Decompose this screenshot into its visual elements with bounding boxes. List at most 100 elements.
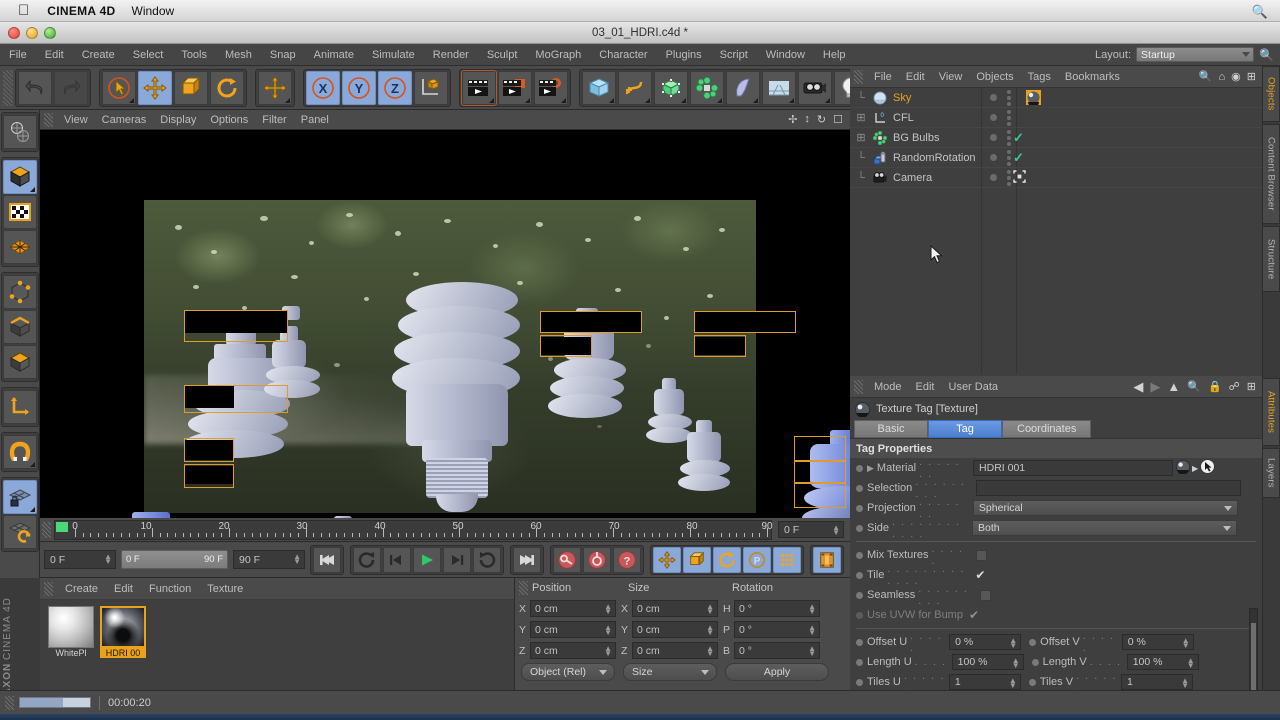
timeline-track[interactable]: 0 10 20 30 40 50 60 70 80 90: [54, 520, 773, 540]
rotate-tool[interactable]: [210, 70, 244, 105]
move-tool[interactable]: [138, 70, 172, 105]
animate-dot-icon[interactable]: [856, 638, 863, 646]
coordinates-grip[interactable]: [519, 581, 528, 595]
add-hair-object-button[interactable]: [726, 70, 760, 105]
stepper-icon[interactable]: ▲ ▼: [604, 624, 612, 637]
stepper-icon[interactable]: ▲ ▼: [832, 524, 840, 537]
lock-x-axis-button[interactable]: X: [306, 70, 340, 105]
size-y-field[interactable]: 0 cm ▲ ▼: [632, 621, 718, 638]
stepper-icon[interactable]: ▲ ▼: [1012, 657, 1020, 670]
lock-y-axis-button[interactable]: Y: [342, 70, 376, 105]
menu-simulate[interactable]: Simulate: [363, 44, 424, 66]
world-coordinate-system-button[interactable]: [414, 70, 448, 105]
add-cube-button[interactable]: [582, 70, 616, 105]
animate-dot-icon[interactable]: [1031, 658, 1039, 666]
material-swatch[interactable]: [100, 606, 146, 648]
material-item-whiteplastic[interactable]: WhitePl: [48, 606, 94, 690]
minimize-button[interactable]: [26, 27, 38, 39]
add-deformer-button[interactable]: [690, 70, 724, 105]
record-scale-button[interactable]: [683, 546, 712, 573]
length-u-field[interactable]: 100 % ▲ ▼: [951, 654, 1024, 670]
viewport-menu-cameras[interactable]: Cameras: [95, 114, 154, 126]
material-next-arrow-icon[interactable]: ▶: [1192, 464, 1198, 473]
play-button[interactable]: [413, 546, 442, 573]
object-tree[interactable]: └ Sky ⊞ 0 CFL ⊞ BG Bulbs ✓ └ RandomRotat…: [850, 88, 1262, 374]
attribute-manager-grip[interactable]: [854, 379, 863, 394]
am-menu-edit[interactable]: Edit: [909, 381, 942, 393]
stepper-icon[interactable]: ▲ ▼: [1009, 677, 1017, 690]
menu-mesh[interactable]: Mesh: [216, 44, 261, 66]
stepper-icon[interactable]: ▲ ▼: [808, 603, 816, 616]
texture-mode-button[interactable]: [2, 195, 37, 229]
step-forward-button[interactable]: [443, 546, 472, 573]
forward-arrow-icon[interactable]: ▶: [1150, 379, 1160, 395]
stepper-icon[interactable]: ▲ ▼: [1182, 637, 1190, 650]
start-frame-field[interactable]: 0 F ▲ ▼: [44, 550, 116, 569]
dolly-view-icon[interactable]: ↕: [804, 113, 810, 126]
am-menu-mode[interactable]: Mode: [867, 381, 909, 393]
current-time-marker[interactable]: [56, 522, 68, 532]
lock-workplane-button[interactable]: [2, 480, 37, 514]
menu-plugins[interactable]: Plugins: [657, 44, 711, 66]
new-window-icon[interactable]: ⊞: [1247, 70, 1256, 83]
stepper-icon[interactable]: ▲ ▼: [1181, 677, 1189, 690]
tab-objects[interactable]: Objects: [1262, 66, 1280, 122]
viewport-menu-options[interactable]: Options: [203, 114, 255, 126]
timeline-grip[interactable]: [42, 522, 51, 538]
new-window-icon[interactable]: ⊞: [1247, 380, 1256, 393]
om-menu-file[interactable]: File: [867, 71, 899, 83]
om-menu-tags[interactable]: Tags: [1021, 71, 1058, 83]
camera-target-tag-icon[interactable]: [1013, 170, 1028, 185]
end-frame-field[interactable]: 90 F ▲ ▼: [233, 550, 306, 569]
animate-dot-icon[interactable]: [856, 524, 863, 532]
size-mode-dropdown[interactable]: Size: [623, 663, 717, 681]
window-traffic-lights[interactable]: [8, 27, 56, 39]
record-active-objects-button[interactable]: [553, 546, 582, 573]
keyframe-selection-mode-button[interactable]: [813, 546, 842, 573]
mix-textures-checkbox[interactable]: [975, 549, 987, 561]
tab-attributes[interactable]: Attributes: [1262, 378, 1280, 446]
length-v-field[interactable]: 100 % ▲ ▼: [1126, 654, 1199, 670]
menu-snap[interactable]: Snap: [261, 44, 305, 66]
add-environment-button[interactable]: [762, 70, 796, 105]
menu-tools[interactable]: Tools: [172, 44, 216, 66]
render-view-button[interactable]: [461, 69, 497, 106]
om-menu-view[interactable]: View: [932, 71, 970, 83]
link-icon[interactable]: ☍: [1229, 380, 1240, 393]
stepper-icon[interactable]: ▲ ▼: [1187, 657, 1195, 670]
material-menu-texture[interactable]: Texture: [199, 583, 251, 595]
object-manager-grip[interactable]: [854, 69, 863, 84]
material-preview-thumb[interactable]: [1175, 459, 1191, 477]
menu-create[interactable]: Create: [73, 44, 124, 66]
menu-character[interactable]: Character: [590, 44, 656, 66]
object-row-bg-bulbs[interactable]: ⊞ BG Bulbs ✓: [850, 128, 1262, 148]
size-x-field[interactable]: 0 cm ▲ ▼: [632, 600, 718, 617]
menu-script[interactable]: Script: [711, 44, 757, 66]
undo-button[interactable]: [18, 70, 52, 105]
stepper-icon[interactable]: ▲ ▼: [104, 553, 112, 566]
object-row-camera[interactable]: └ Camera: [850, 168, 1262, 188]
projection-dropdown[interactable]: Spherical: [972, 500, 1238, 516]
material-menu-edit[interactable]: Edit: [106, 583, 141, 595]
pick-material-icon[interactable]: [1200, 459, 1216, 477]
search-icon[interactable]: 🔍: [1259, 48, 1274, 62]
stepper-icon[interactable]: ▲ ▼: [604, 645, 612, 658]
render-settings-button[interactable]: [534, 70, 568, 105]
tab-coordinates[interactable]: Coordinates: [1002, 420, 1092, 438]
enabled-check-icon[interactable]: ✓: [1013, 130, 1024, 146]
size-z-field[interactable]: 0 cm ▲ ▼: [632, 642, 718, 659]
am-menu-user-data[interactable]: User Data: [942, 381, 1006, 393]
redo-button[interactable]: [54, 70, 88, 105]
animate-dot-icon[interactable]: [1028, 678, 1036, 686]
animate-dot-icon[interactable]: [856, 571, 863, 579]
live-selection-tool[interactable]: [102, 70, 136, 105]
timeline-current-frame-field[interactable]: 0 F ▲ ▼: [778, 521, 844, 538]
tiles-v-field[interactable]: 1 ▲ ▼: [1121, 674, 1194, 690]
preview-range-field[interactable]: 0 F 90 F: [121, 550, 229, 569]
autokeying-button[interactable]: [583, 546, 612, 573]
model-mode-button[interactable]: [2, 160, 37, 194]
menu-edit[interactable]: Edit: [36, 44, 73, 66]
offset-v-field[interactable]: 0 % ▲ ▼: [1121, 634, 1194, 650]
stepper-icon[interactable]: ▲ ▼: [706, 624, 714, 637]
seamless-checkbox[interactable]: [980, 589, 992, 601]
